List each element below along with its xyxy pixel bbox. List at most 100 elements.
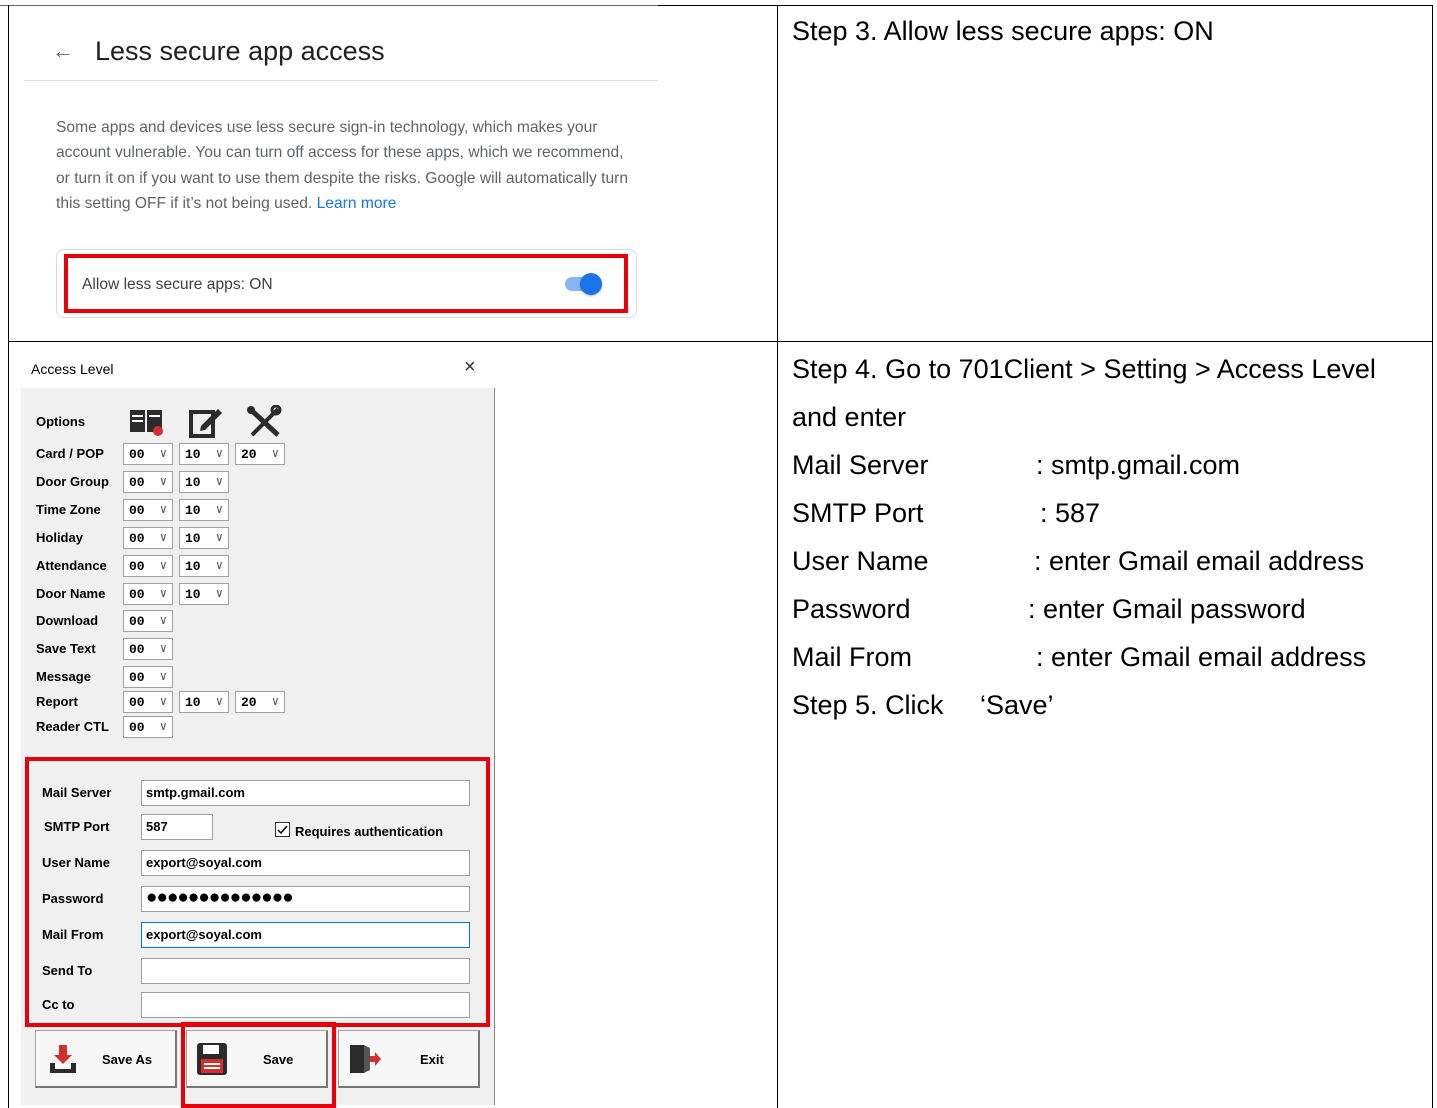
- user-name-input[interactable]: export@soyal.com: [141, 850, 470, 876]
- chevron-down-icon: ∨: [215, 475, 223, 489]
- option-level-select[interactable]: 00 ∨: [123, 716, 173, 738]
- requires-auth-checkbox[interactable]: [275, 822, 290, 837]
- page-title: Less secure app access: [95, 36, 385, 66]
- toggle-knob[interactable]: [580, 273, 602, 295]
- save-as-button[interactable]: Save As: [35, 1030, 177, 1088]
- option-level-select[interactable]: 00 ∨: [123, 610, 173, 632]
- option-row-label: Save Text: [36, 641, 96, 656]
- option-level-value: 10: [185, 531, 201, 546]
- table-border-left: [8, 5, 9, 1108]
- option-level-select[interactable]: 10 ∨: [179, 499, 229, 521]
- option-level-value: 00: [129, 559, 145, 574]
- chevron-down-icon: ∨: [159, 587, 167, 601]
- option-row-label: Message: [36, 669, 91, 684]
- option-level-select[interactable]: 00 ∨: [123, 691, 173, 713]
- password-input[interactable]: ●●●●●●●●●●●●●●: [141, 886, 470, 912]
- mail-server-input[interactable]: smtp.gmail.com: [141, 780, 470, 806]
- option-level-select[interactable]: 00 ∨: [123, 583, 173, 605]
- option-level-select[interactable]: 00 ∨: [123, 471, 173, 493]
- option-level-select[interactable]: 10 ∨: [179, 691, 229, 713]
- option-level-value: 10: [185, 475, 201, 490]
- step5-text: Step 5. Click: [792, 690, 944, 720]
- password-instruction-label: Password: [792, 594, 911, 624]
- mail-from-instruction-label: Mail From: [792, 642, 912, 672]
- mail-server-instruction-label: Mail Server: [792, 450, 929, 480]
- step4-text-line2: and enter: [792, 402, 907, 432]
- option-level-select[interactable]: 20 ∨: [235, 691, 285, 713]
- option-level-value: 20: [241, 695, 257, 710]
- option-level-value: 00: [129, 447, 145, 462]
- option-level-select[interactable]: 00 ∨: [123, 527, 173, 549]
- option-level-select[interactable]: 10 ∨: [179, 555, 229, 577]
- table-border-top: [658, 5, 1433, 6]
- save-as-icon: [48, 1043, 78, 1075]
- title-divider: [24, 80, 658, 81]
- chevron-down-icon: ∨: [159, 475, 167, 489]
- password-value: ●●●●●●●●●●●●●●: [146, 887, 294, 908]
- option-level-select[interactable]: 00 ∨: [123, 499, 173, 521]
- option-level-value: 00: [129, 503, 145, 518]
- option-level-value: 10: [185, 447, 201, 462]
- chevron-down-icon: ∨: [215, 447, 223, 461]
- smtp-port-value: 587: [146, 819, 168, 834]
- mail-server-label: Mail Server: [42, 785, 112, 800]
- options-label: Options: [36, 414, 86, 429]
- highlight-box-save: [181, 1022, 336, 1108]
- chevron-down-icon: ∨: [159, 559, 167, 573]
- option-level-value: 00: [129, 670, 145, 685]
- step4-text-line1: Step 4. Go to 701Client > Setting > Acce…: [792, 354, 1376, 384]
- chevron-down-icon: ∨: [271, 695, 279, 709]
- chevron-down-icon: ∨: [215, 531, 223, 545]
- close-icon[interactable]: ×: [464, 356, 476, 379]
- option-row-label: Time Zone: [36, 502, 101, 517]
- option-level-select[interactable]: 10 ∨: [179, 583, 229, 605]
- send-to-input[interactable]: [141, 958, 470, 984]
- back-arrow-icon[interactable]: ←: [52, 38, 74, 64]
- option-row-label: Attendance: [36, 558, 107, 573]
- option-level-value: 10: [185, 559, 201, 574]
- cc-to-label: Cc to: [42, 997, 75, 1012]
- table-border-right: [1432, 5, 1433, 1108]
- option-level-value: 20: [241, 447, 257, 462]
- book-icon: [129, 407, 165, 437]
- step5-target: ‘Save’: [980, 690, 1054, 720]
- option-level-select[interactable]: 20 ∨: [235, 443, 285, 465]
- learn-more-link[interactable]: Learn more: [317, 195, 397, 212]
- step3-text: Step 3. Allow less secure apps: ON: [792, 16, 1214, 46]
- option-row-label: Report: [36, 694, 78, 709]
- smtp-port-input[interactable]: 587: [141, 814, 213, 840]
- option-level-select[interactable]: 00 ∨: [123, 666, 173, 688]
- mail-from-value: export@soyal.com: [146, 927, 262, 942]
- option-level-value: 00: [129, 695, 145, 710]
- table-border-row: [8, 341, 1433, 342]
- cc-to-input[interactable]: [141, 992, 470, 1018]
- exit-door-icon: [348, 1043, 382, 1075]
- option-level-select[interactable]: 10 ∨: [179, 443, 229, 465]
- password-instruction-value: : enter Gmail password: [1028, 594, 1306, 624]
- option-level-value: 00: [129, 587, 145, 602]
- checkmark-icon: [277, 825, 288, 835]
- mail-from-instruction-value: : enter Gmail email address: [1036, 642, 1367, 672]
- option-level-value: 00: [129, 475, 145, 490]
- chevron-down-icon: ∨: [215, 559, 223, 573]
- option-level-value: 00: [129, 642, 145, 657]
- chevron-down-icon: ∨: [159, 670, 167, 684]
- mail-from-input[interactable]: export@soyal.com: [141, 922, 470, 948]
- option-level-select[interactable]: 00 ∨: [123, 443, 173, 465]
- chevron-down-icon: ∨: [215, 695, 223, 709]
- user-name-instruction-value: : enter Gmail email address: [1034, 546, 1365, 576]
- option-level-select[interactable]: 10 ∨: [179, 471, 229, 493]
- chevron-down-icon: ∨: [159, 447, 167, 461]
- option-row-label: Reader CTL: [36, 719, 109, 734]
- user-name-value: export@soyal.com: [146, 855, 262, 870]
- option-level-select[interactable]: 00 ∨: [123, 638, 173, 660]
- option-row-label: Card / POP: [36, 446, 104, 461]
- option-level-select[interactable]: 00 ∨: [123, 555, 173, 577]
- save-as-label: Save As: [102, 1052, 153, 1067]
- option-level-select[interactable]: 10 ∨: [179, 527, 229, 549]
- exit-button[interactable]: Exit: [338, 1030, 480, 1088]
- table-border-middle: [777, 5, 778, 1108]
- tools-icon: [246, 404, 282, 439]
- option-level-value: 00: [129, 614, 145, 629]
- dialog-title: Access Level: [31, 361, 114, 377]
